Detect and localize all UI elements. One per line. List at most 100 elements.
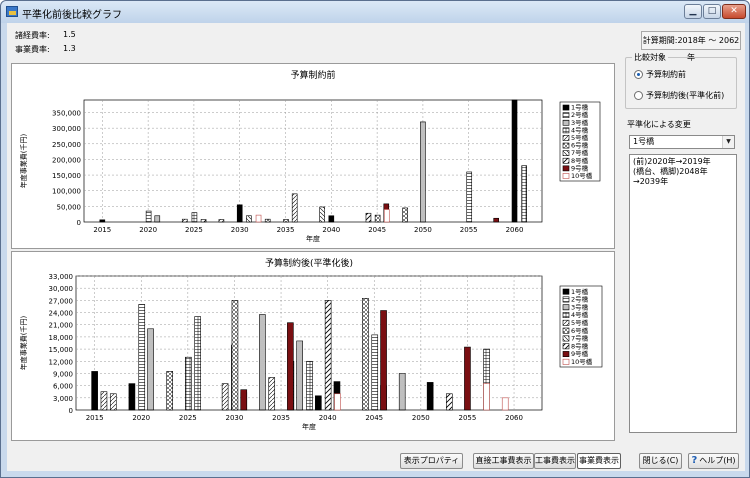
x-tick-label: 2015 [93, 226, 111, 234]
x-tick-label: 2030 [231, 226, 249, 234]
x-tick-label: 2060 [505, 414, 523, 422]
x-tick-label: 2045 [365, 414, 383, 422]
bridge-select-value: 1号橋 [633, 137, 655, 146]
bar-1号橋 [128, 383, 136, 411]
y-tick-label: 3,000 [53, 395, 73, 403]
bar-3号橋 [296, 340, 303, 411]
chart-title: 予算制約後(平準化後) [265, 257, 353, 269]
y-axis-label: 年度事業費(千円) [19, 316, 28, 371]
bar-2号橋 [138, 304, 146, 411]
x-tick-label: 2035 [277, 226, 295, 234]
business-cost-button[interactable]: 事業費表示 [577, 453, 621, 469]
legend-label: 3号橋 [571, 302, 589, 311]
bar-4号橋 [306, 360, 313, 411]
maximize-button[interactable]: □ [703, 4, 721, 19]
x-tick-label: 2045 [368, 226, 386, 234]
legend-swatch [562, 157, 570, 164]
legend-label: 9号橋 [571, 349, 589, 358]
legend-label: 4号橋 [571, 310, 589, 319]
radio-after-label: 予算制約後(平準化前) [646, 91, 725, 100]
bar-7号橋 [246, 215, 252, 223]
bar-3号橋 [259, 314, 266, 411]
close-button[interactable]: 閉じる(C) [639, 453, 682, 469]
y-tick-label: 350,000 [52, 110, 81, 118]
radio-before-row[interactable]: 予算制約前 [634, 69, 686, 80]
help-button[interactable]: ? ヘルプ(H) [688, 453, 739, 469]
legend-label: 10号橋 [571, 357, 593, 366]
window-title: 平準化前後比較グラフ [22, 10, 122, 21]
bar-6号橋 [283, 219, 289, 223]
chart-app-icon [6, 6, 18, 17]
x-tick-label: 2050 [414, 226, 432, 234]
bar-9号橋 [464, 346, 471, 411]
display-properties-button[interactable]: 表示プロパティ [400, 453, 463, 469]
chart-title: 予算制約前 [290, 69, 335, 81]
bar-4号橋 [521, 165, 527, 223]
legend-label: 7号橋 [571, 334, 589, 343]
y-tick-label: 50,000 [57, 203, 82, 211]
bar-1号橋 [91, 371, 98, 411]
bar-1号橋 [511, 99, 518, 223]
x-tick-label: 2030 [226, 414, 244, 422]
radio-after-row[interactable]: 予算制約後(平準化前) [634, 90, 724, 101]
direct-cost-button[interactable]: 直接工事費表示 [473, 453, 534, 469]
bar-6号橋 [402, 207, 408, 223]
legend-swatch [562, 343, 570, 350]
business-rate-value: 1.3 [63, 44, 76, 53]
radio-before[interactable] [634, 70, 643, 79]
x-axis-label: 年度 [306, 234, 320, 243]
inflation-value: 1.5 [63, 30, 76, 39]
bar-5号橋 [221, 383, 229, 411]
legend-label: 1号橋 [571, 287, 589, 296]
chart-after-panel: 予算制約後(平準化後) 0 3,000 6,000 9,000 12,000 15,000 1… [11, 251, 615, 441]
x-tick-label: 2020 [132, 414, 150, 422]
bar-10号橋 [501, 397, 509, 411]
y-axis-label: 年度事業費(千円) [19, 134, 28, 189]
bar-3号橋 [147, 328, 154, 411]
legend-label: 5号橋 [571, 318, 589, 327]
legend-swatch [562, 142, 570, 149]
bar-5号橋 [109, 393, 117, 411]
x-tick-label: 2015 [86, 414, 104, 422]
bar-8号橋 [324, 300, 332, 411]
x-tick-label: 2025 [179, 414, 197, 422]
bar-6号橋 [264, 218, 271, 223]
bar-4号橋 [194, 316, 201, 411]
construction-cost-button[interactable]: 工事費表示 [534, 453, 576, 469]
change-label: 平準化による変更 [627, 120, 691, 129]
bar-5号橋 [218, 219, 225, 223]
bar-1号橋 [99, 219, 106, 223]
y-tick-label: 0 [77, 219, 81, 227]
bar-5号橋 [100, 391, 108, 411]
y-tick-label: 27,000 [49, 297, 74, 305]
bar-8号橋 [200, 219, 207, 223]
chart-before-svg: 予算制約前 0 50,000 100,000 150,000 200,000 250,000… [19, 69, 601, 243]
y-tick-label: 200,000 [52, 156, 81, 164]
business-rate-label: 事業費率: [15, 45, 50, 54]
bar-5号橋 [291, 193, 298, 223]
x-tick-label: 2050 [412, 414, 430, 422]
bar-1号橋 [426, 382, 434, 411]
y-tick-label: 33,000 [49, 273, 74, 281]
bridge-select[interactable]: 1号橋 ▼ [629, 135, 735, 149]
bar-7号橋 [319, 206, 325, 223]
legend-swatch [562, 127, 570, 134]
comparison-group: 比較対象 予算制約前 予算制約後(平準化前) [625, 52, 737, 109]
bar-4号橋 [185, 356, 192, 411]
y-tick-label: 6,000 [53, 383, 73, 391]
bar-2号橋 [466, 171, 473, 223]
chevron-down-icon[interactable]: ▼ [722, 136, 734, 148]
radio-after[interactable] [634, 91, 643, 100]
y-tick-label: 15,000 [49, 346, 74, 354]
radio-before-label: 予算制約前 [646, 70, 686, 79]
legend-swatch [562, 358, 570, 365]
legend-swatch [562, 288, 570, 295]
minimize-button[interactable]: ▁ [684, 4, 702, 19]
bar-10号橋 [255, 214, 262, 223]
calculation-period: 計算期間:2018年 〜 2062年 [641, 31, 741, 62]
bar-1号橋 [315, 395, 322, 411]
legend-swatch [562, 112, 570, 118]
close-window-button[interactable]: ✕ [722, 4, 746, 19]
bar-6号橋 [374, 214, 381, 223]
note-line: (前)2020年→2019年 [633, 157, 711, 166]
